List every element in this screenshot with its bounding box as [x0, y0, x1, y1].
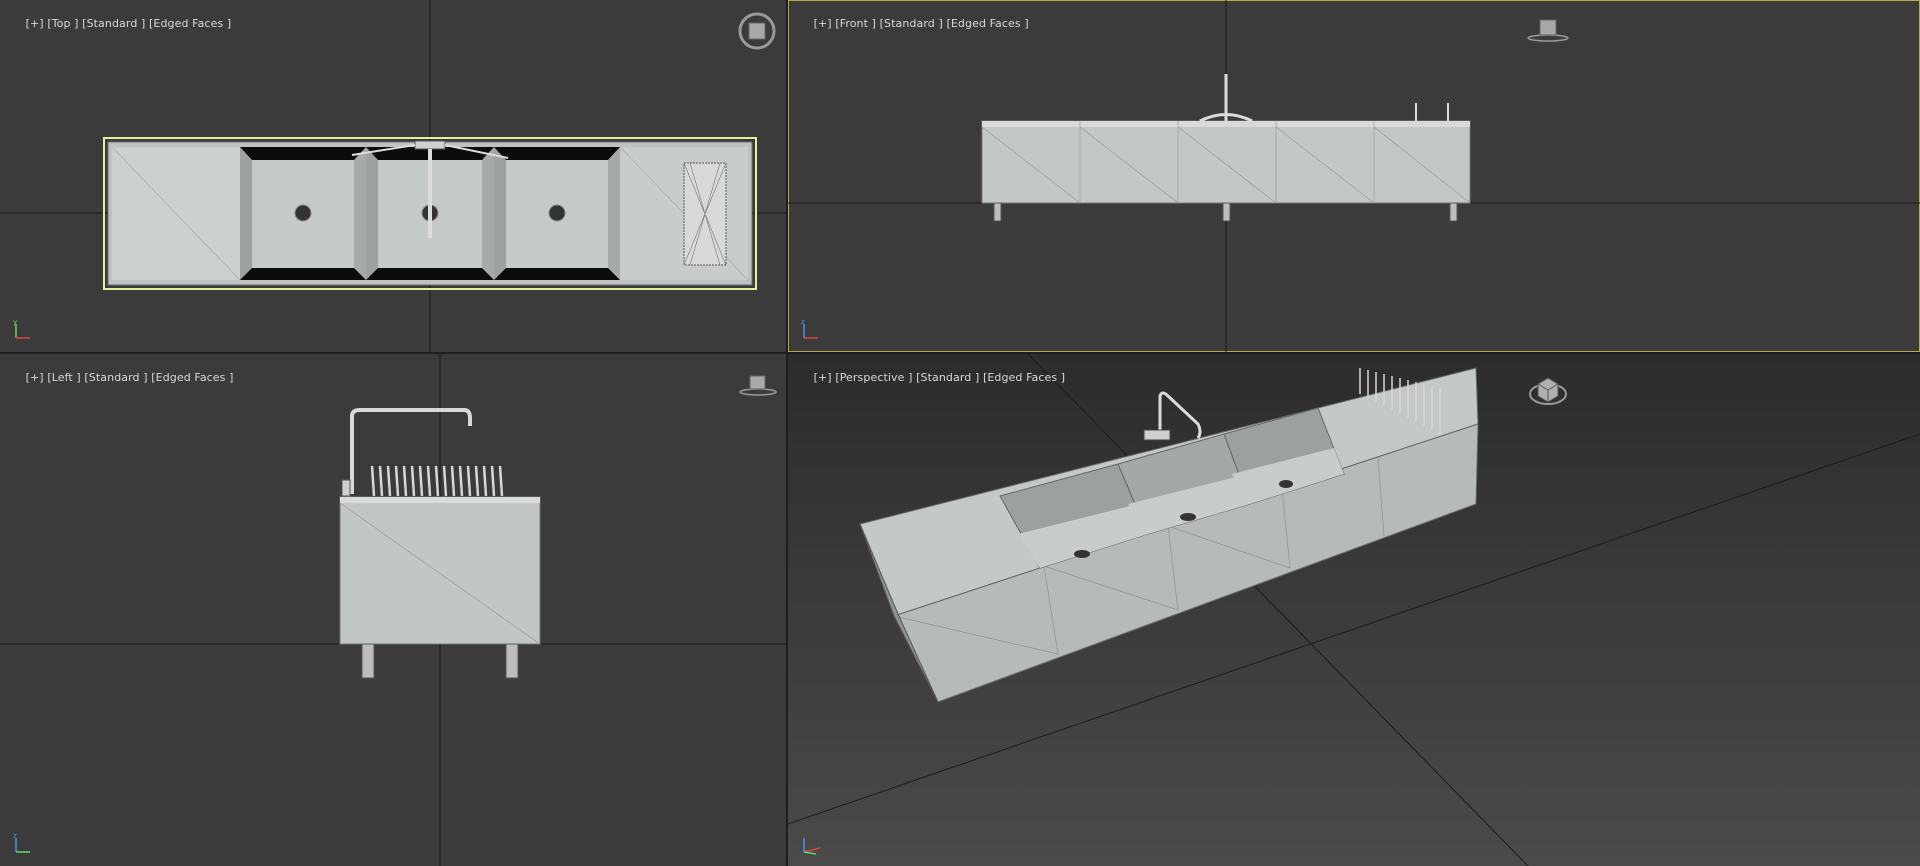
viewport-menu-edges[interactable]: [Edged Faces ] [149, 17, 231, 30]
viewport-menu-edges[interactable]: [Edged Faces ] [946, 17, 1028, 30]
basin-3 [494, 147, 620, 280]
viewport-menu-shading[interactable]: [Standard ] [916, 371, 979, 384]
axis-tripod-icon: y [13, 318, 30, 339]
svg-text:z: z [13, 832, 17, 840]
svg-text:y: y [13, 318, 17, 326]
viewport-menu-shading[interactable]: [Standard ] [84, 371, 147, 384]
viewport-menu-edges[interactable]: [Edged Faces ] [983, 371, 1065, 384]
top-view-scene [0, 0, 786, 352]
viewport-menu-view[interactable]: [Top ] [47, 17, 78, 30]
viewcube-icon[interactable] [738, 12, 776, 50]
svg-text:z: z [801, 318, 805, 326]
viewcube-icon[interactable] [1526, 18, 1570, 44]
viewport-label-left: [+] [Left ] [Standard ] [Edged Faces ] [4, 358, 234, 397]
axis-tripod-icon [803, 838, 821, 855]
viewport-grid: y [+] [Top ] [Standard ] [Edged Faces ] [0, 0, 1920, 866]
front-view-scene [788, 0, 1920, 352]
left-view-scene [0, 354, 786, 866]
viewport-menu-plus[interactable]: [+] [26, 371, 44, 384]
viewport-menu-plus[interactable]: [+] [814, 17, 832, 30]
viewport-menu-plus[interactable]: [+] [26, 17, 44, 30]
perspective-view-scene [788, 354, 1920, 866]
viewport-perspective[interactable]: [+] [Perspective ] [Standard ] [Edged Fa… [788, 354, 1920, 866]
viewport-label-top: [+] [Top ] [Standard ] [Edged Faces ] [4, 4, 232, 43]
viewcube-icon[interactable] [1528, 372, 1568, 408]
viewport-menu-view[interactable]: [Left ] [47, 371, 80, 384]
viewport-menu-plus[interactable]: [+] [814, 371, 832, 384]
viewport-menu-view[interactable]: [Front ] [835, 17, 876, 30]
viewport-label-front: [+] [Front ] [Standard ] [Edged Faces ] [792, 4, 1029, 43]
viewcube-icon[interactable] [738, 374, 778, 398]
basin-1 [240, 147, 366, 280]
axis-tripod-icon: z [801, 318, 818, 339]
viewport-menu-edges[interactable]: [Edged Faces ] [151, 371, 233, 384]
viewport-left[interactable]: z [+] [Left ] [Standard ] [Edged Faces ] [0, 354, 786, 866]
viewport-front[interactable]: z [+] [Front ] [Standard ] [Edged Faces … [788, 0, 1920, 352]
viewport-menu-shading[interactable]: [Standard ] [880, 17, 943, 30]
axis-tripod-icon: z [13, 832, 30, 853]
viewport-top[interactable]: y [+] [Top ] [Standard ] [Edged Faces ] [0, 0, 786, 352]
viewport-label-perspective: [+] [Perspective ] [Standard ] [Edged Fa… [792, 358, 1066, 397]
viewport-menu-shading[interactable]: [Standard ] [82, 17, 145, 30]
viewport-menu-view[interactable]: [Perspective ] [835, 371, 912, 384]
